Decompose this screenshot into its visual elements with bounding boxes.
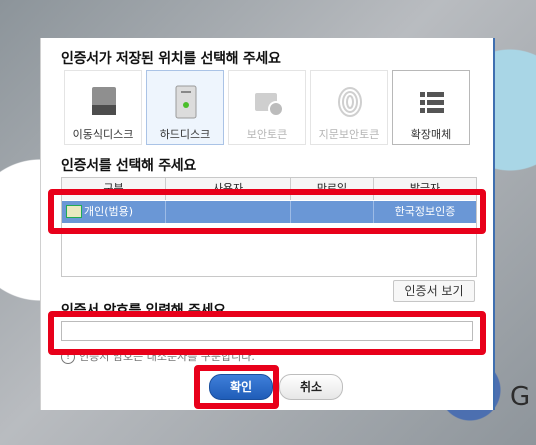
highlight-certificate-row	[48, 189, 486, 234]
view-certificate-button[interactable]: 인증서 보기	[393, 280, 475, 302]
hard-disk-icon	[175, 85, 197, 119]
security-token-icon	[255, 93, 283, 117]
highlight-ok-button	[194, 365, 279, 409]
tile-label: 보안토큰	[246, 128, 288, 141]
highlight-password-field	[48, 311, 486, 355]
tile-extended-media[interactable]: 확장매체	[392, 70, 470, 145]
tile-security-token[interactable]: 보안토큰	[228, 70, 306, 145]
tile-removable-disk[interactable]: 이동식디스크	[64, 70, 142, 145]
fingerprint-icon	[338, 87, 362, 117]
tile-hard-disk[interactable]: 하드디스크	[146, 70, 224, 145]
certificate-select-title: 인증서를 선택해 주세요	[61, 158, 196, 174]
background-glyph: G	[510, 382, 531, 412]
tile-fingerprint-token[interactable]: 지문보안토큰	[310, 70, 388, 145]
tile-label: 이동식디스크	[72, 128, 134, 141]
extended-media-icon	[420, 92, 444, 113]
tile-label: 확장매체	[410, 128, 452, 141]
storage-location-title: 인증서가 저장된 위치를 선택해 주세요	[61, 51, 281, 67]
cancel-button[interactable]: 취소	[279, 374, 343, 400]
tile-label: 하드디스크	[159, 128, 211, 141]
tile-label: 지문보안토큰	[318, 128, 380, 141]
usb-drive-icon	[92, 87, 116, 115]
